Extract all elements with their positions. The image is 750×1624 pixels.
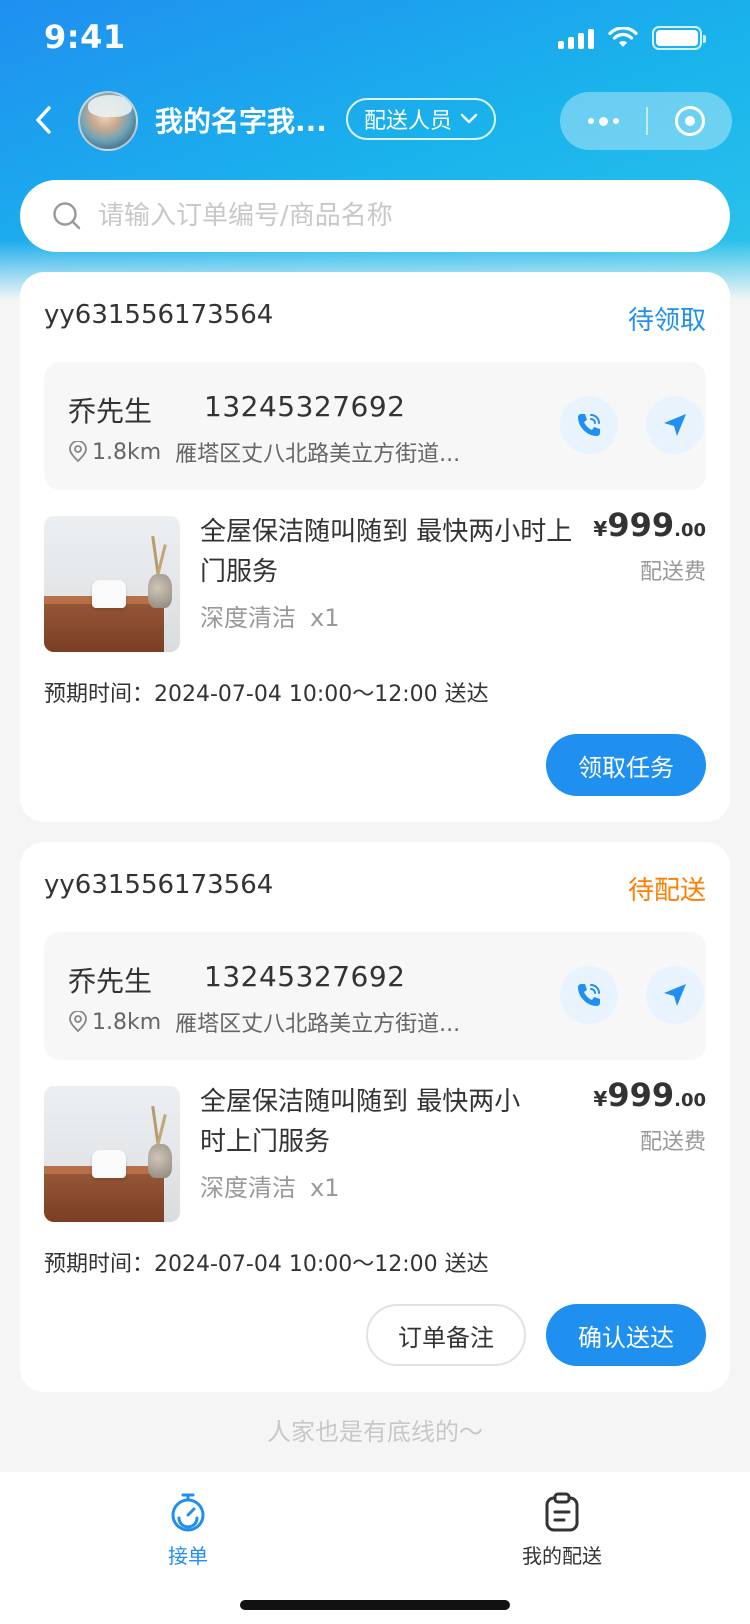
product-title: 全屋保洁随叫随到 最快两小时上门服务 <box>200 517 573 587</box>
price-decimal: .00 <box>674 1090 706 1111</box>
role-label: 配送人员 <box>364 109 453 134</box>
expected-time: 预期时间：2024-07-04 10:00～12:00 送达 <box>44 682 489 707</box>
price-integer: 999 <box>607 1076 675 1114</box>
customer-address: 1.8km 雁塔区丈八北路美立方街道... <box>68 436 460 468</box>
navigate-button[interactable] <box>646 966 704 1024</box>
customer-phone: 13245327692 <box>204 960 406 993</box>
address-text: 雁塔区丈八北路美立方街道... <box>175 1012 461 1037</box>
spec-name: 深度清洁 <box>200 1174 296 1202</box>
phone-icon <box>578 984 600 1006</box>
customer-name: 乔先生 <box>68 395 153 428</box>
target-icon <box>675 106 705 136</box>
expected-time: 预期时间：2024-07-04 10:00～12:00 送达 <box>44 1252 489 1277</box>
signal-icon <box>558 27 594 49</box>
distance: 1.8km <box>92 1009 162 1035</box>
avatar[interactable] <box>78 91 138 151</box>
order-status: 待领取 <box>627 306 706 336</box>
call-button[interactable] <box>560 966 618 1024</box>
chevron-left-icon <box>36 106 51 134</box>
price-symbol: ¥ <box>593 1087 608 1111</box>
home-indicator <box>240 1600 510 1610</box>
order-number: yy631556173564 <box>44 870 274 900</box>
status-bar: 9:41 <box>0 0 750 80</box>
price-decimal: .00 <box>674 520 706 541</box>
search-icon <box>53 202 81 230</box>
product-image <box>44 1086 180 1222</box>
end-of-list-hint: 人家也是有底线的～ <box>267 1418 483 1446</box>
fee-label: 配送费 <box>639 1130 706 1155</box>
price-symbol: ¥ <box>593 517 608 541</box>
more-button[interactable] <box>560 92 646 150</box>
nav-bar: 我的名字我... 配送人员 <box>0 88 750 154</box>
battery-icon <box>652 26 706 50</box>
navigation-arrow-icon <box>664 984 686 1006</box>
search-bar <box>20 180 730 252</box>
order-number: yy631556173564 <box>44 300 274 330</box>
chevron-down-icon <box>460 113 478 124</box>
product-spec: 深度清洁 x1 <box>200 598 339 633</box>
status-time: 9:41 <box>44 18 126 56</box>
spec-quantity: x1 <box>310 604 340 632</box>
phone-icon <box>578 414 600 436</box>
status-icons <box>558 26 706 50</box>
spec-name: 深度清洁 <box>200 604 296 632</box>
order-card: yy631556173564 待配送 乔先生 13245327692 1.8km… <box>20 842 730 1392</box>
tab-orders[interactable]: 接单 <box>108 1492 268 1569</box>
product-image <box>44 516 180 652</box>
product-title: 全屋保洁随叫随到 最快两小时上门服务 <box>200 1087 521 1157</box>
customer-name: 乔先生 <box>68 965 153 998</box>
role-dropdown[interactable]: 配送人员 <box>346 98 497 140</box>
confirm-delivery-button[interactable]: 确认送达 <box>546 1304 706 1366</box>
stopwatch-icon <box>171 1493 205 1532</box>
price: ¥999.00 <box>593 1076 706 1114</box>
price: ¥999.00 <box>593 506 706 544</box>
customer-phone: 13245327692 <box>204 390 406 423</box>
order-card: yy631556173564 待领取 乔先生 13245327692 1.8km… <box>20 272 730 822</box>
search-input[interactable] <box>98 201 678 231</box>
tab-orders-label: 接单 <box>168 1544 208 1568</box>
navigate-button[interactable] <box>646 396 704 454</box>
clipboard-icon <box>545 1492 579 1532</box>
back-button[interactable] <box>28 102 58 138</box>
location-pin-icon <box>69 1011 87 1033</box>
close-button[interactable] <box>648 92 732 150</box>
customer-info: 乔先生 13245327692 1.8km 雁塔区丈八北路美立方街道... <box>44 362 706 490</box>
spec-quantity: x1 <box>310 1174 340 1202</box>
distance: 1.8km <box>92 439 162 465</box>
product-spec: 深度清洁 x1 <box>200 1168 339 1203</box>
claim-task-button[interactable]: 领取任务 <box>546 734 706 796</box>
tab-my-deliveries-label: 我的配送 <box>522 1544 602 1568</box>
address-text: 雁塔区丈八北路美立方街道... <box>175 442 461 467</box>
call-button[interactable] <box>560 396 618 454</box>
tab-my-deliveries[interactable]: 我的配送 <box>482 1492 642 1569</box>
location-pin-icon <box>69 441 87 463</box>
customer-info: 乔先生 13245327692 1.8km 雁塔区丈八北路美立方街道... <box>44 932 706 1060</box>
order-status: 待配送 <box>627 876 706 906</box>
price-integer: 999 <box>607 506 675 544</box>
user-name: 我的名字我... <box>155 105 327 138</box>
customer-address: 1.8km 雁塔区丈八北路美立方街道... <box>68 1006 460 1038</box>
miniprogram-capsule <box>560 92 732 150</box>
fee-label: 配送费 <box>639 560 706 585</box>
navigation-arrow-icon <box>664 414 686 436</box>
order-note-button[interactable]: 订单备注 <box>366 1304 526 1366</box>
wifi-icon <box>608 27 638 47</box>
